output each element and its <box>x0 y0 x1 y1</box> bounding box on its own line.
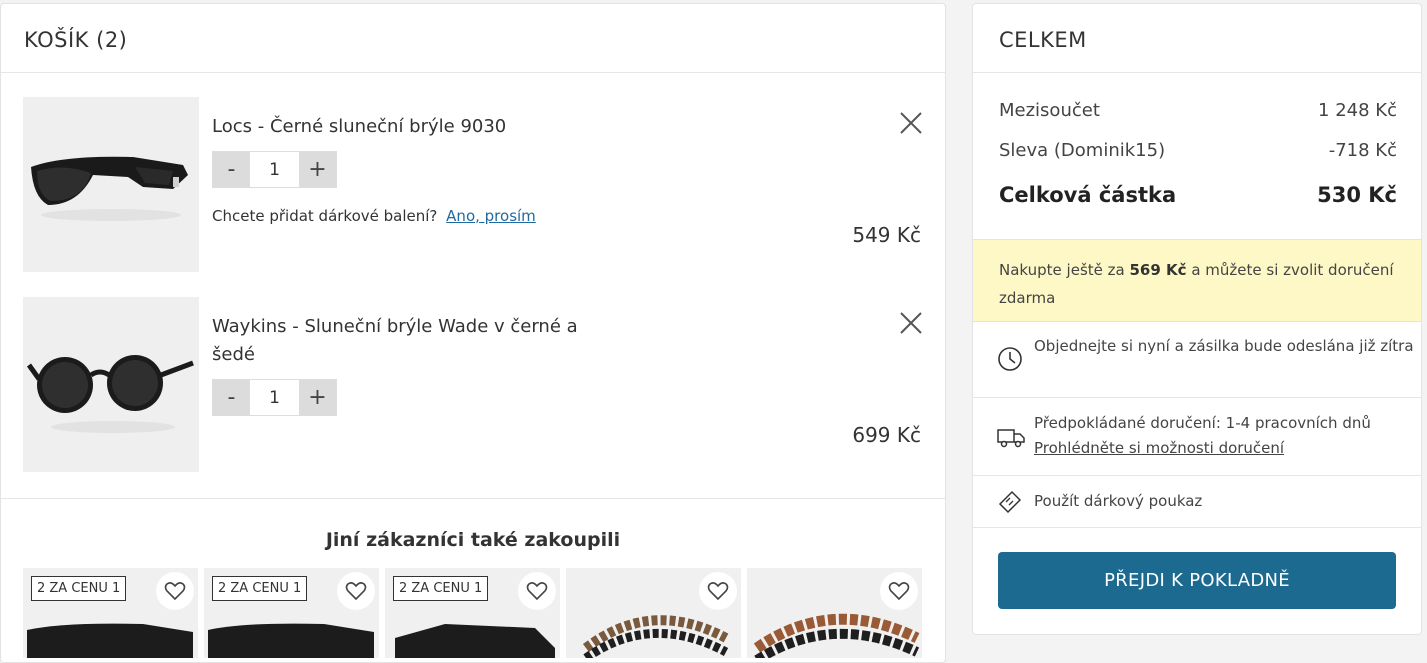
wishlist-button[interactable] <box>337 572 375 610</box>
heart-icon <box>888 582 910 601</box>
summary-title: CELKEM <box>973 4 1421 73</box>
section-divider <box>1 498 945 499</box>
promo-text-pre: Nakupte ještě za <box>999 261 1125 279</box>
recommended-product[interactable]: 2 ZA CENU 1 <box>385 568 560 658</box>
increase-qty-button[interactable]: + <box>299 152 336 187</box>
subtotal-value: 1 248 Kč <box>1318 100 1397 121</box>
wishlist-button[interactable] <box>699 572 737 610</box>
cart-panel: KOŠÍK (2) Locs - Černé sluneční brýle 90… <box>0 3 946 663</box>
item-price: 699 Kč <box>852 423 921 447</box>
recommended-product[interactable]: 2 ZA CENU 1 <box>204 568 379 658</box>
product-image[interactable] <box>23 97 199 272</box>
delivery-time: Předpokládané doručení: 1-4 pracovních d… <box>1034 414 1371 432</box>
discount-label: Sleva (Dominik15) <box>999 140 1166 161</box>
remove-item-button[interactable] <box>899 111 923 135</box>
voucher-row[interactable]: Použít dárkový poukaz <box>973 476 1421 528</box>
clock-icon <box>998 347 1022 371</box>
checkout-button[interactable]: PŘEJDI K POKLADNĚ <box>998 552 1396 609</box>
gift-wrap-prompt: Chcete přidat dárkové balení? Ano, prosí… <box>212 207 536 225</box>
heart-icon <box>526 582 548 601</box>
truck-icon <box>997 429 1025 448</box>
recommendations-title: Jiní zákazníci také zakoupili <box>325 529 621 551</box>
promo-badge: 2 ZA CENU 1 <box>212 576 308 601</box>
cart-title: KOŠÍK (2) <box>1 4 945 73</box>
heart-icon <box>164 582 186 601</box>
promo-badge: 2 ZA CENU 1 <box>31 576 127 601</box>
remove-item-button[interactable] <box>899 311 923 335</box>
product-name[interactable]: Waykins - Sluneční brýle Wade v černé a … <box>212 313 592 369</box>
subtotal-row: Mezisoučet 1 248 Kč <box>999 100 1397 121</box>
quantity-input[interactable]: 1 <box>250 380 299 415</box>
total-label: Celková částka <box>999 183 1177 207</box>
subtotal-label: Mezisoučet <box>999 100 1100 121</box>
decrease-qty-button[interactable]: - <box>213 380 250 415</box>
promo-badge: 2 ZA CENU 1 <box>393 576 489 601</box>
recommended-product[interactable] <box>747 568 922 658</box>
delivery-text: Předpokládané doručení: 1-4 pracovních d… <box>1034 411 1414 461</box>
dispatch-text: Objednejte si nyní a zásilka bude odeslá… <box>1034 337 1414 355</box>
cart-item: Locs - Černé sluneční brýle 9030 - 1 + C… <box>23 97 923 272</box>
cart-item: Waykins - Sluneční brýle Wade v černé a … <box>23 297 923 472</box>
total-row: Celková částka 530 Kč <box>999 183 1397 207</box>
voucher-text[interactable]: Použít dárkový poukaz <box>1034 489 1414 514</box>
product-image[interactable] <box>23 297 199 472</box>
heart-icon <box>345 582 367 601</box>
recommended-product[interactable]: 2 ZA CENU 1 <box>23 568 198 658</box>
quantity-stepper: - 1 + <box>212 151 337 188</box>
delivery-options-link[interactable]: Prohlédněte si možnosti doručení <box>1034 439 1284 457</box>
gift-wrap-question: Chcete přidat dárkové balení? <box>212 207 438 225</box>
promo-amount: 569 Kč <box>1129 261 1187 279</box>
delivery-info: Předpokládané doručení: 1-4 pracovních d… <box>973 398 1421 476</box>
close-icon <box>900 312 922 334</box>
discount-row: Sleva (Dominik15) -718 Kč <box>999 140 1397 161</box>
quantity-input[interactable]: 1 <box>250 152 299 187</box>
total-value: 530 Kč <box>1317 183 1397 207</box>
wishlist-button[interactable] <box>518 572 556 610</box>
wishlist-button[interactable] <box>880 572 918 610</box>
voucher-icon <box>998 490 1022 514</box>
close-icon <box>900 112 922 134</box>
heart-icon <box>707 582 729 601</box>
discount-value: -718 Kč <box>1328 140 1397 161</box>
dispatch-info: Objednejte si nyní a zásilka bude odeslá… <box>973 322 1421 398</box>
item-price: 549 Kč <box>852 223 921 247</box>
product-name[interactable]: Locs - Černé sluneční brýle 9030 <box>212 113 592 141</box>
increase-qty-button[interactable]: + <box>299 380 336 415</box>
order-summary-panel: CELKEM Mezisoučet 1 248 Kč Sleva (Domini… <box>972 3 1422 635</box>
free-shipping-banner: Nakupte ještě za 569 Kč a můžete si zvol… <box>973 239 1421 322</box>
quantity-stepper: - 1 + <box>212 379 337 416</box>
decrease-qty-button[interactable]: - <box>213 152 250 187</box>
wishlist-button[interactable] <box>156 572 194 610</box>
gift-wrap-link[interactable]: Ano, prosím <box>446 207 536 225</box>
recommended-product[interactable] <box>566 568 741 658</box>
